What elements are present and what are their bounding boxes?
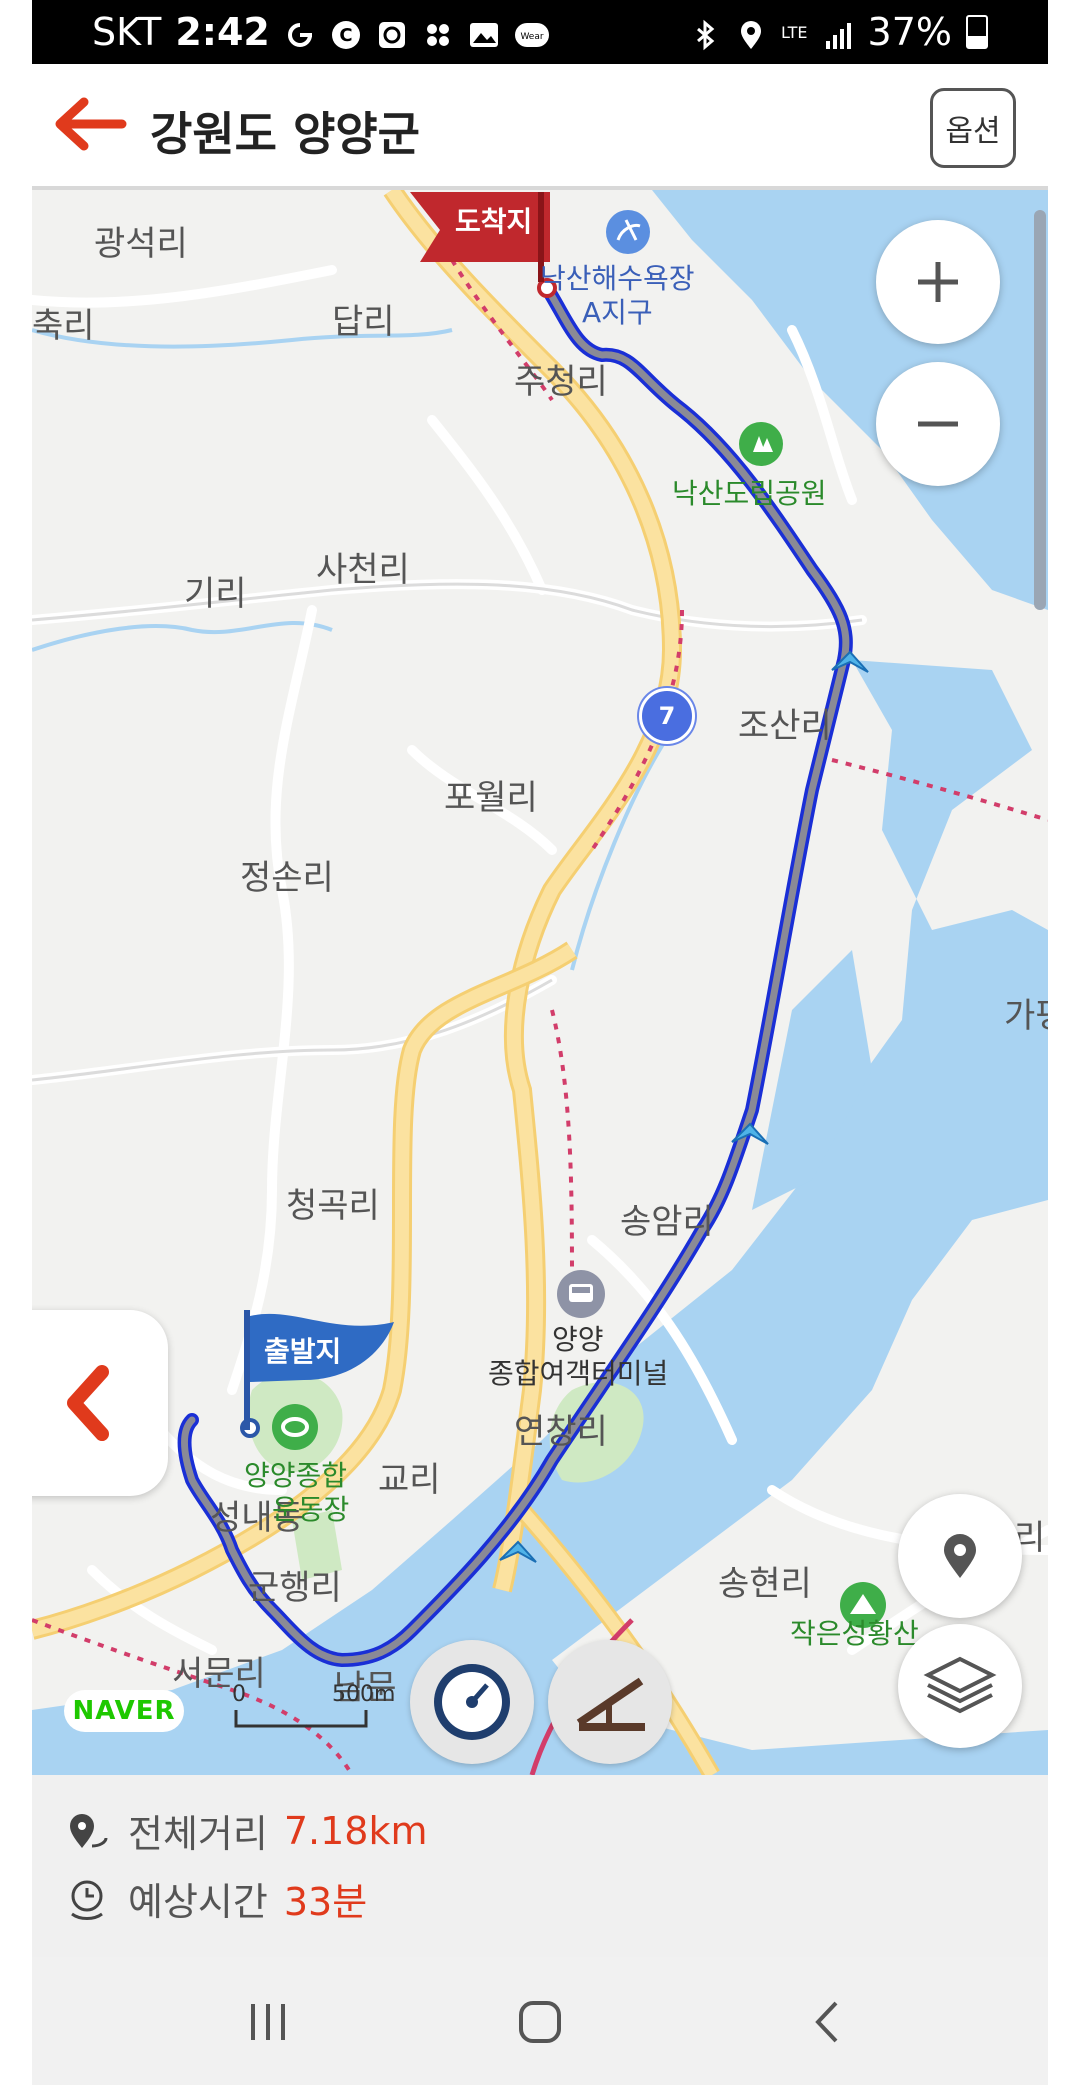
route-pin-icon xyxy=(70,1813,108,1848)
terminal-poi-icon[interactable] xyxy=(557,1270,605,1318)
location-icon xyxy=(735,16,767,49)
clock: 2:42 xyxy=(175,10,270,54)
route-7-badge: 7 xyxy=(639,688,695,744)
arrival-flag: 도착지 xyxy=(410,192,550,282)
signal-icon xyxy=(822,16,854,49)
zoom-out-button[interactable] xyxy=(876,362,1000,486)
place-label: 연창리 xyxy=(514,1412,608,1452)
chevron-left-icon xyxy=(67,1365,109,1441)
scale-distance-label: 500m xyxy=(332,1682,396,1707)
network-type: LTE xyxy=(780,22,808,42)
app-frame: SKT 2:42 C Wear LTE 37% 강원도 양양군 옵션 도착지 출… xyxy=(32,0,1048,2085)
scale-zero-label: 0 xyxy=(232,1682,246,1707)
place-label: 답리 xyxy=(332,302,395,342)
arrival-flag-label: 도착지 xyxy=(455,205,533,238)
map-view[interactable]: 도착지 출발지 7 광석리 축리 답리 주청리 사천리 기리 조산리 포월리 정… xyxy=(32,190,1048,1775)
chevron-left-icon xyxy=(815,2001,838,2043)
my-location-button[interactable] xyxy=(898,1494,1022,1618)
bluetooth-icon xyxy=(689,16,721,51)
place-label: 포월리 xyxy=(444,778,538,818)
system-nav-bar xyxy=(32,1957,1048,2085)
poi-label: 낙산해수욕장 A지구 xyxy=(540,262,695,330)
top-app-bar: 강원도 양양군 옵션 xyxy=(32,64,1048,190)
c-app-icon: C xyxy=(330,16,362,49)
place-label: 송현리 xyxy=(718,1564,812,1604)
svg-text:C: C xyxy=(339,25,352,46)
zoom-in-button[interactable] xyxy=(876,220,1000,344)
departure-flag: 출발지 xyxy=(244,1310,394,1430)
departure-flag-label: 출발지 xyxy=(264,1335,342,1368)
back-button[interactable] xyxy=(50,94,130,154)
layers-button[interactable] xyxy=(898,1624,1022,1748)
map-scrollbar[interactable] xyxy=(1034,210,1046,610)
options-button[interactable]: 옵션 xyxy=(930,88,1016,168)
distance-row: 전체거리 7.18km xyxy=(62,1803,427,1858)
battery-percent: 37% xyxy=(867,10,952,54)
battery-icon xyxy=(966,15,988,49)
svg-text:Wear: Wear xyxy=(520,32,543,42)
place-label: 조산리 xyxy=(738,706,832,746)
poi-label: 운동장 xyxy=(272,1493,350,1526)
location-pin-icon xyxy=(944,1534,976,1578)
panel-toggle-button[interactable] xyxy=(32,1310,168,1496)
layers-icon xyxy=(923,1656,997,1714)
place-label: 가평 xyxy=(1004,996,1048,1036)
plus-icon xyxy=(918,262,958,302)
time-value: 33분 xyxy=(283,1880,368,1924)
time-row: 예상시간 33분 xyxy=(62,1871,367,1926)
carrier-label: SKT xyxy=(92,10,162,54)
poi-label: 작은성황산 xyxy=(790,1617,919,1650)
home-button[interactable] xyxy=(510,1997,570,2047)
time-label: 예상시간 xyxy=(128,1880,268,1924)
minus-icon xyxy=(918,421,958,427)
page-title: 강원도 양양군 xyxy=(150,107,420,161)
place-label: 청곡리 xyxy=(286,1186,380,1226)
recents-button[interactable] xyxy=(238,1997,298,2047)
poi-label: 낙산도립공원 xyxy=(672,477,827,510)
route-summary: 전체거리 7.18km 예상시간 33분 xyxy=(32,1775,1048,1957)
place-label: 서문리 xyxy=(172,1654,266,1694)
gallery-icon xyxy=(468,16,500,48)
place-label: 교리 xyxy=(378,1460,441,1500)
place-label: 군행리 xyxy=(248,1568,342,1608)
place-label: 축리 xyxy=(32,306,95,346)
naver-logo: NAVER xyxy=(64,1690,184,1732)
distance-value: 7.18km xyxy=(283,1808,428,1853)
place-label: 송암리 xyxy=(620,1202,714,1242)
poi-label: 종합여객터미널 xyxy=(488,1357,669,1390)
poi-label-text: 낙산해수욕장 A지구 xyxy=(540,262,695,329)
place-label: 광석리 xyxy=(94,224,188,264)
speedometer-icon xyxy=(434,1664,510,1740)
beach-poi-icon[interactable] xyxy=(606,210,650,254)
options-button-label: 옵션 xyxy=(945,114,1001,149)
place-label: 주청리 xyxy=(514,362,608,402)
distance-label: 전체거리 xyxy=(128,1812,268,1856)
stadium-poi-icon[interactable] xyxy=(272,1404,318,1450)
arrow-left-icon xyxy=(55,97,127,151)
wear-icon: Wear xyxy=(514,16,549,48)
elevation-button[interactable] xyxy=(548,1640,672,1764)
place-label: 기리 xyxy=(184,574,247,614)
route-7-label: 7 xyxy=(658,702,676,730)
data-saver-icon xyxy=(284,16,316,48)
status-bar: SKT 2:42 C Wear LTE 37% xyxy=(32,0,1048,64)
recents-icon xyxy=(251,2004,285,2040)
system-back-button[interactable] xyxy=(798,1997,858,2047)
pinwheel-icon xyxy=(422,16,454,48)
place-label: 사천리 xyxy=(316,550,410,590)
clock-app-icon xyxy=(376,16,408,48)
home-icon xyxy=(519,2001,561,2043)
place-label: 정손리 xyxy=(240,858,334,898)
speedometer-button[interactable] xyxy=(410,1640,534,1764)
timer-icon xyxy=(71,1880,103,1920)
park-poi-icon[interactable] xyxy=(739,422,783,466)
incline-icon xyxy=(576,1677,645,1731)
